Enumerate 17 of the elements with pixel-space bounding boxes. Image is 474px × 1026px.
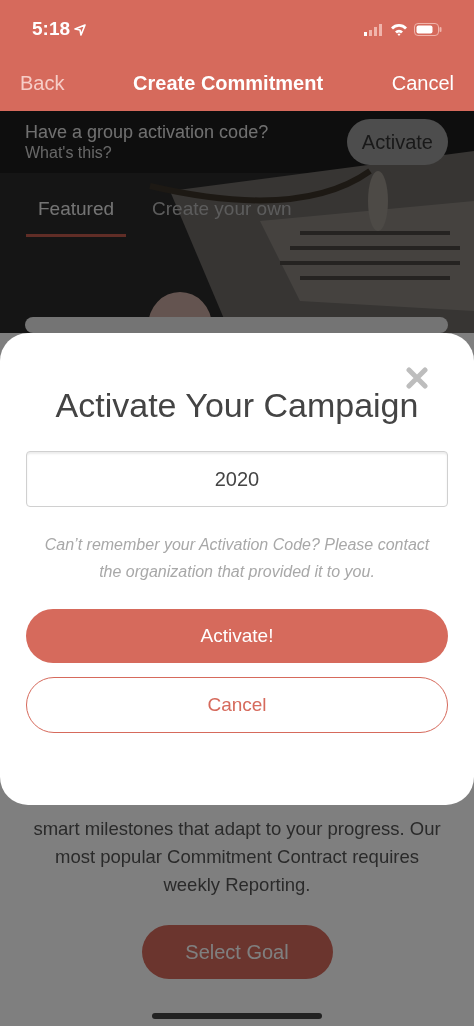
modal-title: Activate Your Campaign bbox=[55, 385, 419, 426]
battery-icon bbox=[414, 23, 442, 36]
location-arrow-icon bbox=[74, 23, 87, 36]
status-time: 5:18 bbox=[32, 17, 71, 42]
screen-title: Create Commitment bbox=[133, 71, 324, 96]
activation-hint: Can’t remember your Activation Code? Please contact the organization that provided it to you. bbox=[43, 535, 431, 582]
whats-this-link[interactable]: What's this? bbox=[25, 143, 269, 163]
activate-submit-button[interactable]: Activate! bbox=[26, 609, 448, 663]
close-icon[interactable] bbox=[406, 367, 428, 389]
signal-icon bbox=[364, 23, 384, 36]
cancel-link[interactable]: Cancel bbox=[391, 68, 454, 98]
activation-prompt: Have a group activation code? bbox=[25, 121, 269, 143]
activation-code-field[interactable]: 2020 bbox=[26, 451, 448, 507]
wifi-icon bbox=[390, 23, 408, 36]
goal-description: smart milestones that adapt to your progress. Our most popular Commitment Contract requires weekly Reporting. bbox=[32, 817, 442, 897]
tab[interactable]: Featured bbox=[26, 195, 127, 237]
select-goal-button[interactable]: Select Goal bbox=[141, 925, 333, 979]
